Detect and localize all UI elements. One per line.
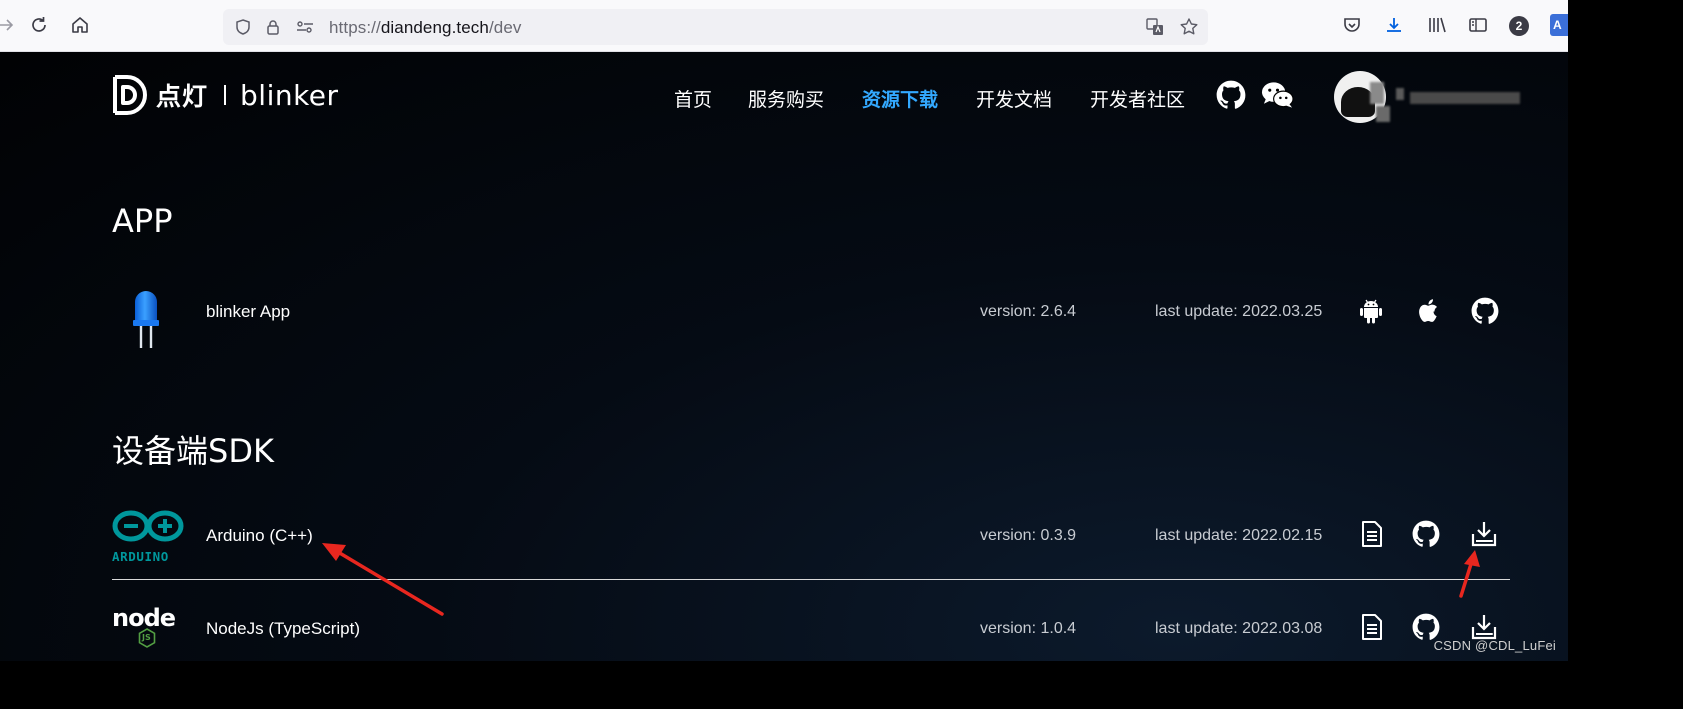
bookmark-star-icon[interactable]: [1179, 17, 1199, 37]
extension-badge[interactable]: 2: [1509, 16, 1529, 36]
downloads-icon[interactable]: [1382, 13, 1406, 37]
sidebar-icon[interactable]: [1466, 13, 1490, 37]
forward-icon[interactable]: [0, 13, 18, 37]
arrow-to-arduino: [322, 543, 444, 616]
home-icon[interactable]: [68, 13, 92, 37]
library-icon[interactable]: [1425, 13, 1449, 37]
annotation-arrows: [322, 543, 1480, 616]
watermark: CSDN @CDL_LuFei: [1433, 638, 1556, 653]
url-scheme: https://: [329, 18, 381, 37]
reload-icon[interactable]: [27, 13, 51, 37]
permissions-icon[interactable]: [295, 17, 315, 37]
shield-icon[interactable]: [233, 17, 253, 37]
browser-toolbar: https://diandeng.tech/dev 2 A: [0, 0, 1568, 52]
lock-icon[interactable]: [263, 17, 283, 37]
translate-page-icon[interactable]: [1145, 17, 1165, 37]
arrow-to-download: [1459, 550, 1480, 598]
url-host: diandeng.tech: [380, 18, 489, 37]
pocket-icon[interactable]: [1340, 13, 1364, 37]
translate-extension-icon[interactable]: A: [1550, 14, 1568, 36]
page-content: 点灯 blinker 首页 服务购买 资源下载 开发文档 开发者社区 APP b…: [0, 52, 1568, 661]
url-path: /dev: [488, 18, 522, 37]
url-bar[interactable]: https://diandeng.tech/dev: [223, 9, 1208, 45]
url-text[interactable]: https://diandeng.tech/dev: [329, 18, 522, 38]
